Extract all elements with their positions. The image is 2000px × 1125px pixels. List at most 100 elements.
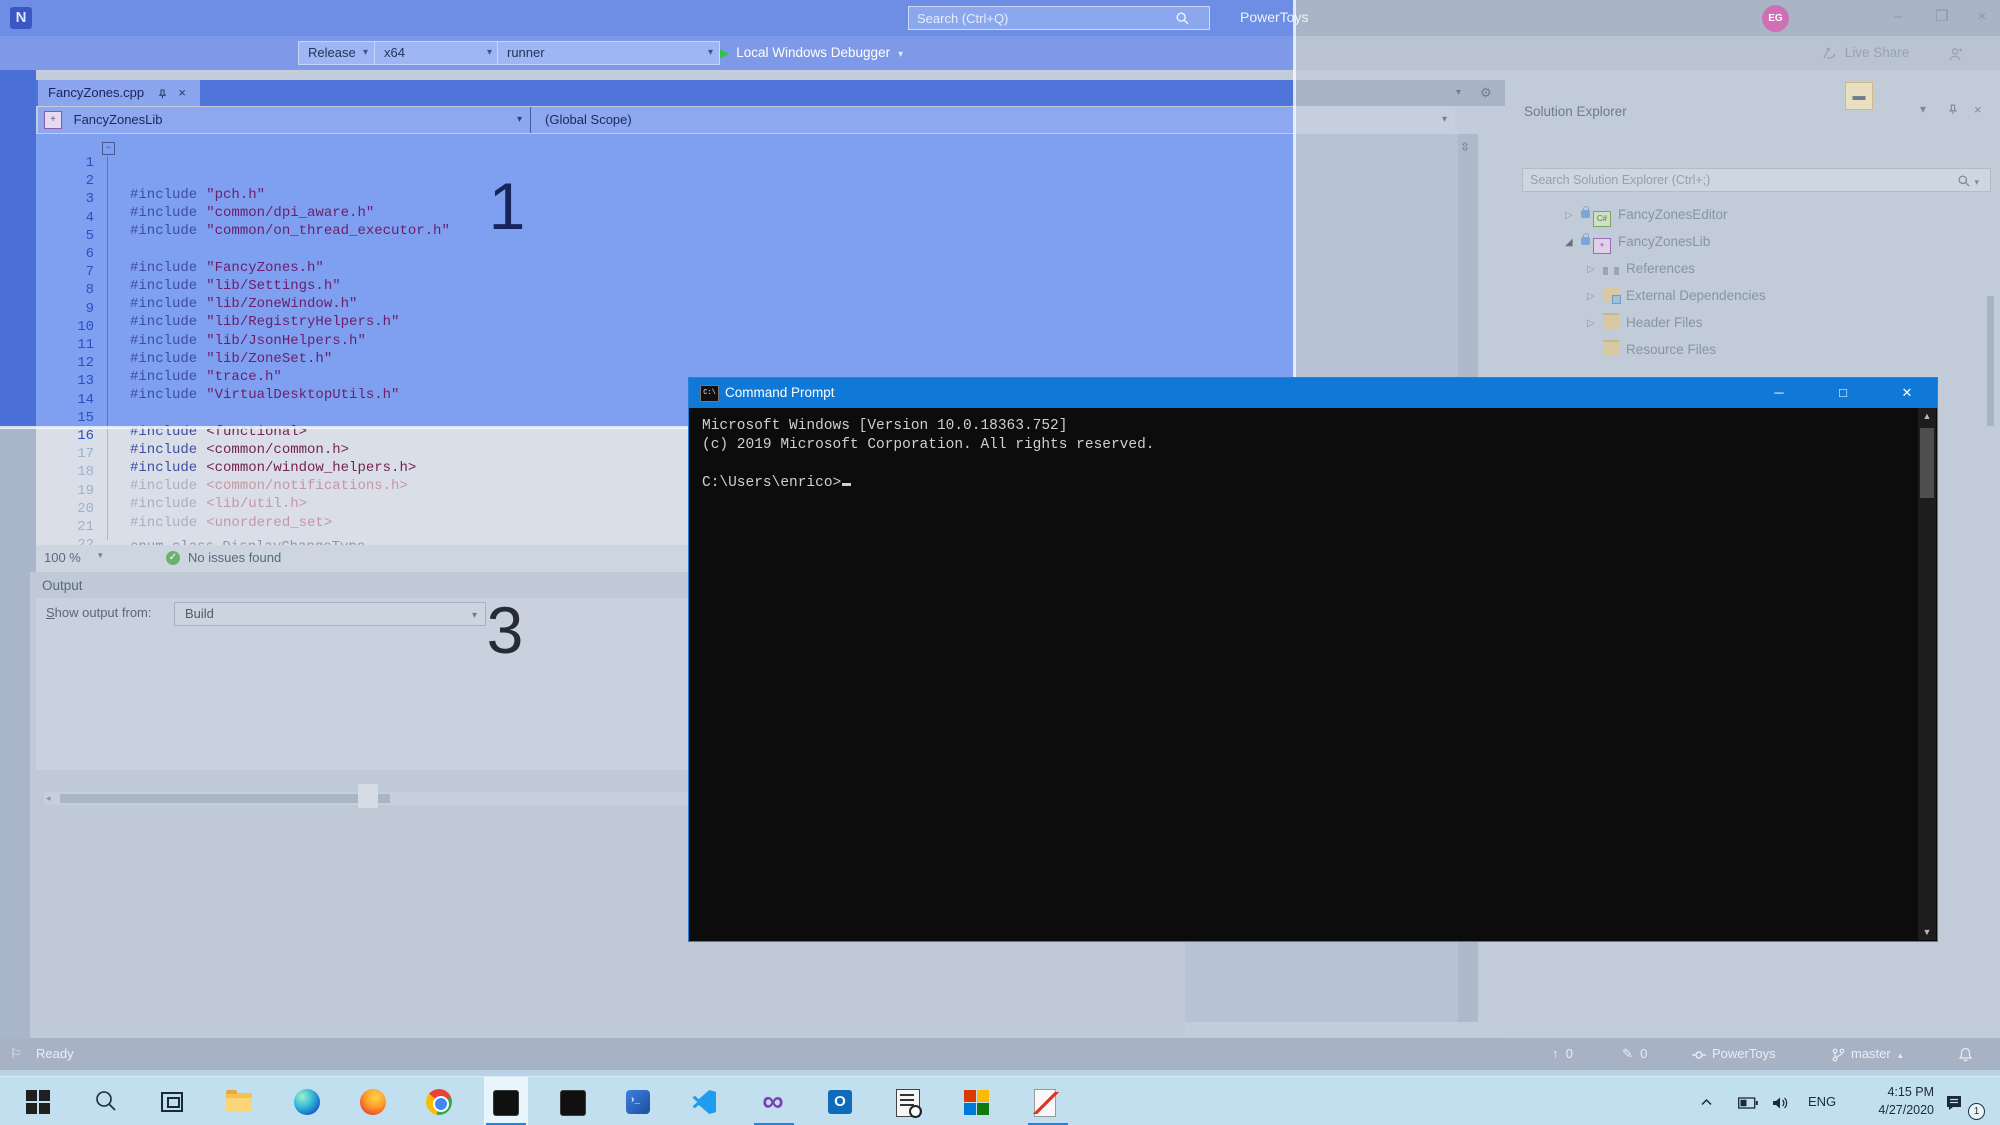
menu-item[interactable] xyxy=(174,15,192,21)
code-line[interactable]: 11 − #include"trace.h" xyxy=(36,321,1158,385)
close-panel-icon[interactable]: × xyxy=(1974,102,1982,117)
solution-config-select[interactable]: Release ▾ xyxy=(298,41,375,65)
tray-chevron-up-icon[interactable] xyxy=(1700,1077,1713,1125)
terminal-prompt[interactable]: C:\Users\enrico> xyxy=(702,475,852,491)
menu-item[interactable] xyxy=(262,15,280,21)
menu-item[interactable] xyxy=(86,15,104,21)
expand-arrow-icon[interactable]: ▷ xyxy=(1587,286,1603,308)
bottom-panel-tab[interactable] xyxy=(282,784,302,808)
tree-item[interactable]: ▷ References xyxy=(1587,258,1695,282)
notifications-bell-icon[interactable] xyxy=(1958,1038,1973,1070)
health-status-text[interactable]: No issues found xyxy=(188,550,281,565)
code-line[interactable]: 4 − xyxy=(36,194,1158,226)
search-icon[interactable] xyxy=(1176,10,1189,28)
tree-item[interactable]: ▷ External Dependencies xyxy=(1587,285,1766,309)
code-line[interactable]: 1 − #include "pch.h" xyxy=(36,139,1158,203)
clock[interactable]: 4:15 PM 4/27/2020 xyxy=(1848,1083,1934,1119)
avatar[interactable]: EG xyxy=(1762,5,1789,32)
solution-explorer-search-input[interactable] xyxy=(1522,168,1991,192)
file-explorer-icon[interactable] xyxy=(226,1089,252,1115)
maximize-button[interactable]: □ xyxy=(1821,378,1865,408)
tree-item[interactable]: ▷FancyZonesEditor xyxy=(1565,204,1728,228)
zoom-level-select[interactable]: 100 % xyxy=(44,550,81,565)
incoming-commits-button[interactable]: ↑ 0 xyxy=(1552,1038,1573,1070)
chrome-icon[interactable] xyxy=(426,1089,452,1115)
task-view-icon[interactable] xyxy=(158,1089,184,1115)
notification-center-icon[interactable] xyxy=(1944,1077,1964,1125)
expand-arrow-icon[interactable]: ▷ xyxy=(1565,205,1581,227)
menu-item[interactable] xyxy=(284,15,302,21)
expand-arrow-icon[interactable]: ◢ xyxy=(1565,232,1581,254)
split-editor-handle-icon[interactable]: ⇳ xyxy=(1460,140,1470,154)
code-line[interactable]: 10 − #include"lib/ZoneSet.h" xyxy=(36,303,1158,367)
nav-member-select[interactable]: ▾ xyxy=(1014,107,1455,133)
code-line[interactable]: 9 − #include"lib/JsonHelpers.h" xyxy=(36,285,1158,349)
tree-item[interactable]: Resource Files xyxy=(1587,339,1716,363)
scrollbar-thumb[interactable] xyxy=(1987,296,1994,426)
pin-icon[interactable] xyxy=(1948,102,1958,116)
close-button[interactable]: × xyxy=(1962,0,2000,34)
window-position-icon[interactable]: ▾ xyxy=(1920,102,1926,116)
tree-item[interactable]: ▷ Header Files xyxy=(1587,312,1703,336)
command-prompt-window[interactable]: C:\ Command Prompt ─ □ ✕ Microsoft Windo… xyxy=(688,377,1938,942)
code-line[interactable]: 3 − #include"common/on_thread_executor.h… xyxy=(36,175,1158,239)
code-line[interactable]: 2 − #include"common/dpi_aware.h" xyxy=(36,157,1158,221)
command-prompt-titlebar[interactable]: C:\ Command Prompt ─ □ ✕ xyxy=(689,378,1937,408)
taskbar-search-icon[interactable] xyxy=(94,1089,120,1115)
menu-item[interactable] xyxy=(152,15,170,21)
close-button[interactable]: ✕ xyxy=(1885,378,1929,408)
nav-scope-select[interactable]: (Global Scope) ▾ xyxy=(531,107,1028,133)
menu-item[interactable] xyxy=(130,15,148,21)
editor-options-gear-icon[interactable]: ⚙ xyxy=(1480,80,1492,106)
repository-button[interactable]: PowerToys xyxy=(1692,1038,1776,1070)
snip-tool-icon[interactable] xyxy=(1033,1089,1060,1117)
code-line[interactable]: 6 − #include"lib/Settings.h" xyxy=(36,230,1158,294)
minimize-button[interactable]: – xyxy=(1878,0,1918,34)
outlook-icon[interactable]: O xyxy=(828,1089,854,1115)
expand-arrow-icon[interactable]: ▷ xyxy=(1587,313,1603,335)
search-input[interactable] xyxy=(908,6,1210,30)
menu-item[interactable] xyxy=(64,15,82,21)
platform-select[interactable]: x64 ▾ xyxy=(374,41,499,65)
preview-selected-items-toggle[interactable]: ▬ xyxy=(1845,82,1873,110)
minimize-button[interactable]: ─ xyxy=(1757,378,1801,408)
menu-item[interactable] xyxy=(196,15,214,21)
visual-studio-icon[interactable]: ∞ xyxy=(760,1087,786,1117)
start-button-icon[interactable] xyxy=(26,1089,52,1115)
steps-recorder-icon[interactable] xyxy=(896,1089,922,1118)
fold-collapse-icon[interactable]: − xyxy=(102,142,115,155)
start-debug-button[interactable]: ▶ Local Windows Debugger ▾ xyxy=(720,41,903,65)
maximize-button[interactable]: ❐ xyxy=(1922,0,1962,34)
volume-icon[interactable] xyxy=(1772,1077,1790,1125)
scroll-down-icon[interactable]: ▼ xyxy=(1918,927,1936,937)
command-prompt-2-taskbar-icon[interactable] xyxy=(560,1089,586,1116)
sign-in-person-icon[interactable] xyxy=(1948,36,1963,70)
code-line[interactable]: 5 − #include"FancyZones.h" xyxy=(36,212,1158,276)
pending-edits-button[interactable]: ✎ 0 xyxy=(1622,1038,1647,1070)
close-tab-icon[interactable]: × xyxy=(178,85,186,100)
terminal-scrollbar[interactable]: ▲ ▼ xyxy=(1918,408,1936,940)
menu-item[interactable] xyxy=(218,15,236,21)
language-indicator[interactable]: ENG xyxy=(1808,1077,1836,1125)
expand-arrow-icon[interactable]: ▷ xyxy=(1587,259,1603,281)
firefox-icon[interactable] xyxy=(360,1089,386,1115)
search-icon[interactable]: ▾ xyxy=(1958,172,1979,190)
pin-icon[interactable] xyxy=(158,85,171,100)
bottom-panel-tab[interactable] xyxy=(358,784,378,808)
powertoys-icon[interactable] xyxy=(964,1089,990,1115)
code-line[interactable]: 7 − #include"lib/ZoneWindow.h" xyxy=(36,248,1158,312)
bottom-panel-tab[interactable] xyxy=(68,784,88,808)
scroll-up-icon[interactable]: ▲ xyxy=(1918,411,1936,421)
vscode-icon[interactable] xyxy=(692,1089,718,1115)
code-line[interactable]: 13 − xyxy=(36,357,1158,389)
scrollbar-thumb[interactable] xyxy=(1920,428,1934,498)
menu-item[interactable] xyxy=(42,15,60,21)
menu-item[interactable] xyxy=(240,15,258,21)
live-share-button[interactable]: Live Share xyxy=(1822,36,1909,70)
tree-item[interactable]: ◢FancyZonesLib xyxy=(1565,231,1710,255)
command-prompt-taskbar-icon[interactable] xyxy=(493,1089,519,1116)
output-source-select[interactable]: Build ▾ xyxy=(174,602,486,626)
tab-overflow-icon[interactable]: ▾ xyxy=(1456,80,1461,106)
branch-button[interactable]: master ▴ xyxy=(1832,1038,1903,1070)
powershell-icon[interactable] xyxy=(626,1089,652,1115)
